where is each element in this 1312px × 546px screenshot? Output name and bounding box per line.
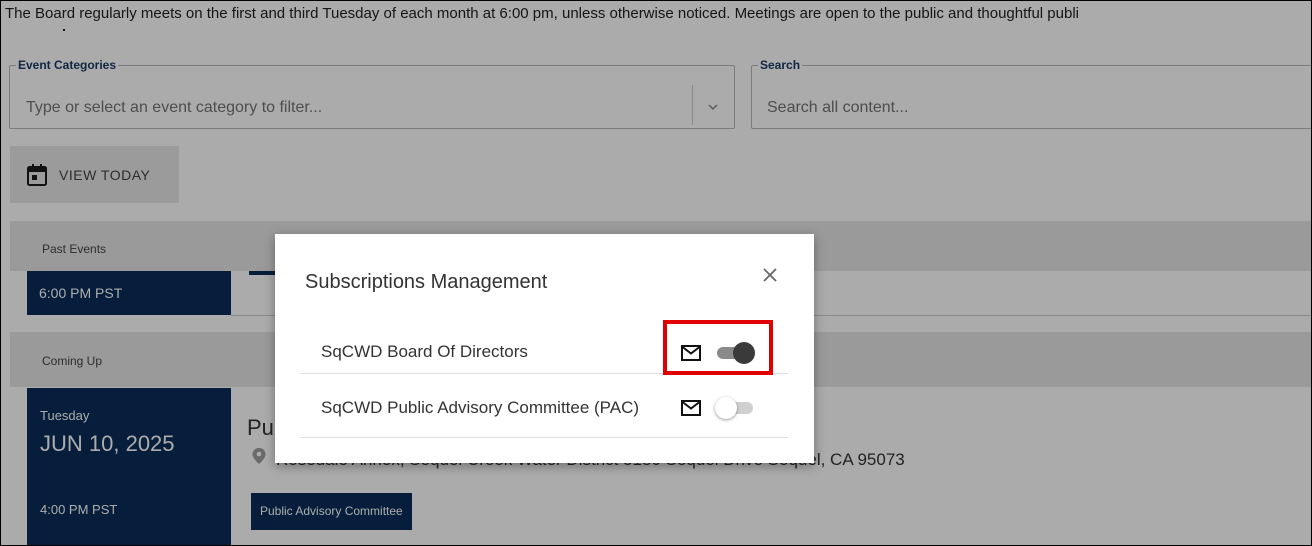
close-icon[interactable] <box>759 264 781 286</box>
modal-title: Subscriptions Management <box>305 271 548 293</box>
subscription-name: SqCWD Public Advisory Committee (PAC) <box>321 398 640 417</box>
highlight-box <box>663 320 773 375</box>
subscription-name: SqCWD Board Of Directors <box>321 342 528 361</box>
subscription-toggle-off[interactable] <box>715 397 755 419</box>
toggle-knob <box>715 397 737 419</box>
subscription-row-pac: SqCWD Public Advisory Committee (PAC) <box>301 383 788 438</box>
mail-icon <box>681 400 701 416</box>
page-frame: The Board regularly meets on the first a… <box>0 0 1312 546</box>
